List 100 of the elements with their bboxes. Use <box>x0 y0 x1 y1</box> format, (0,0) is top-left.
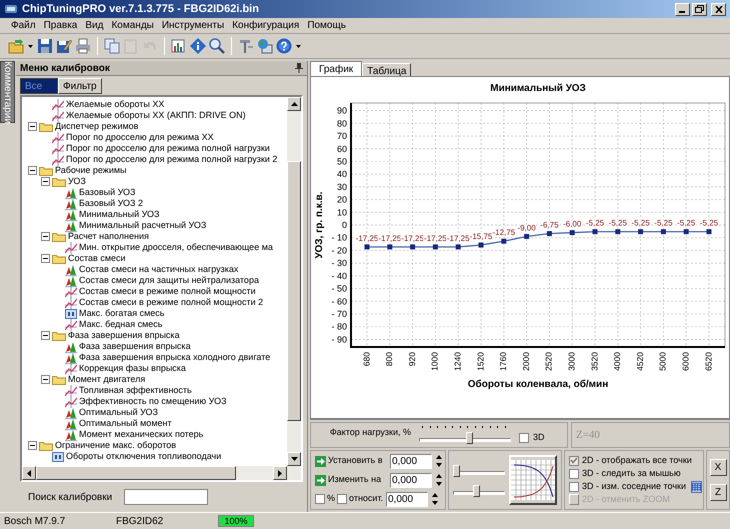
tree-item[interactable]: Фаза завершения впрыска <box>79 341 191 352</box>
number-field[interactable]: 0,000 <box>390 454 432 468</box>
tree-item[interactable]: Состав смеси для защиты нейтрализатора <box>79 275 259 286</box>
checkbox-label: 3D - изм. соседние точки <box>582 480 686 493</box>
tree-item[interactable]: Момент механических потерь <box>79 429 204 440</box>
axis-label: 40 <box>336 169 347 180</box>
data-label: -5,25 <box>631 218 650 228</box>
tree-item[interactable]: Фаза завершения впрыска холодного двигате <box>79 352 270 363</box>
axis-label: 2000 <box>520 352 531 371</box>
filter-tab[interactable]: Фильтр <box>58 78 102 94</box>
axis-label: - 40 <box>331 270 347 281</box>
data-label: -5,25 <box>700 218 718 228</box>
axis-label: 90 <box>336 106 347 116</box>
tree-item[interactable]: Эффективность по смещению УОЗ <box>79 396 227 407</box>
tree-item[interactable]: Желаемые обороты ХХ (АКПП: DRIVE ON) <box>66 110 246 121</box>
data-label: -6,75 <box>540 220 559 230</box>
tree-item[interactable]: Топливная эффективность <box>79 385 192 396</box>
tree-item[interactable]: Базовый УОЗ 2 <box>79 198 143 209</box>
axis-label: 0 <box>342 220 347 230</box>
axis-label: 2520 <box>544 352 554 371</box>
data-label: -17,25 <box>446 234 470 243</box>
checkbox-label: 3D <box>533 431 545 444</box>
view-tab[interactable]: График <box>310 61 362 76</box>
tree-item[interactable]: Состав смеси в режиме полной мощности <box>79 286 256 297</box>
tree-item[interactable]: Коррекция фазы впрыска <box>79 363 186 374</box>
tree-item[interactable]: Базовый УОЗ <box>79 187 136 198</box>
tree-item[interactable]: Порог по дросселю для режима полной нагрузки 2 <box>66 154 278 165</box>
axis-label: 1240 <box>452 352 462 371</box>
data-label: -15,75 <box>470 232 492 242</box>
tree-item[interactable]: Минимальный УОЗ <box>79 209 160 220</box>
menu-item[interactable]: Вид <box>82 18 106 33</box>
axis-label: 30 <box>336 182 347 192</box>
axis-label: 1000 <box>430 352 440 371</box>
tree-item[interactable]: Оптимальный УОЗ <box>79 407 158 418</box>
menu-item[interactable]: Инструменты <box>158 18 228 33</box>
axis-label: 70 <box>336 131 347 142</box>
load-factor-label: Фактор нагрузки, % <box>328 426 411 439</box>
number-field[interactable]: 0,000 <box>390 472 432 488</box>
axis-label: 1520 <box>475 352 486 371</box>
menu-item[interactable]: Файл <box>8 18 39 33</box>
filter-tab[interactable]: Все <box>20 78 58 94</box>
status-text: FBG2ID62 <box>115 514 164 528</box>
axis-label: - 50 <box>331 284 347 294</box>
number-field[interactable]: 0,000 <box>386 492 428 506</box>
tree-item[interactable]: Ограничение макс. оборотов <box>55 440 176 451</box>
checkbox-label: 3D - следить за мышью <box>582 466 681 480</box>
tree-item[interactable]: Обороты отключения топливоподачи <box>66 451 222 462</box>
axis-label: - 20 <box>331 245 347 256</box>
menu-item[interactable]: Правка <box>40 18 80 33</box>
axis-label: 680 <box>361 352 372 366</box>
axis-label: - 90 <box>331 334 347 344</box>
data-label: -5,25 <box>608 218 627 228</box>
action-label[interactable]: Установить в <box>328 454 388 468</box>
action-label[interactable]: Изменить на <box>328 473 388 487</box>
z-value-field: Z=40 <box>576 426 600 444</box>
tree-item[interactable]: Оптимальный момент <box>79 418 172 429</box>
checkbox-label: относит. <box>349 492 384 506</box>
menu-item[interactable]: Конфигурация <box>229 18 302 33</box>
tree-item[interactable]: Состав смеси <box>68 253 126 264</box>
data-label: -17,25 <box>378 234 402 243</box>
tree-item[interactable]: Расчет наполнения <box>68 231 149 242</box>
status-text: Bosch M7.9.7 <box>3 514 66 528</box>
tree-item[interactable]: Порог по дросселю для режима ХХ <box>66 132 214 143</box>
axis-button[interactable]: Z <box>710 484 726 501</box>
progress-label: 100% <box>223 516 249 526</box>
tree-item[interactable]: Минимальный расчетный УОЗ <box>79 220 206 231</box>
axis-label: 20 <box>336 194 347 205</box>
tree-item[interactable]: Макс. бедная смесь <box>79 319 162 330</box>
tree-item[interactable]: Диспетчер режимов <box>55 121 138 132</box>
menu-item[interactable]: Помощь <box>304 18 349 33</box>
view-tab[interactable]: Таблица <box>362 63 412 76</box>
comments-tab[interactable]: Комментарии <box>0 61 15 123</box>
axis-label: 10 <box>336 207 347 218</box>
menu-item[interactable]: Команды <box>108 18 157 33</box>
tree-item[interactable]: Рабочие режимы <box>55 165 127 176</box>
tree-item[interactable]: Состав смеси в режиме полной мощности 2 <box>79 297 264 308</box>
tree-item[interactable]: Фаза завершения впрыска <box>68 330 180 341</box>
axis-label: 50 <box>336 156 347 166</box>
tree-item[interactable]: Желаемые обороты ХХ <box>66 99 164 110</box>
axis-label: 800 <box>384 352 394 366</box>
tree-item[interactable]: Состав смеси на частичных нагрузках <box>79 264 238 275</box>
axis-label: 5000 <box>658 352 668 371</box>
axis-title: Обороты коленвала, об/мин <box>468 379 608 390</box>
axis-label: 4000 <box>612 352 622 371</box>
axis-button[interactable]: X <box>710 459 726 476</box>
data-label: -6,00 <box>563 220 582 229</box>
chart-title: Минимальный УОЗ <box>490 83 586 94</box>
tree-item[interactable]: Порог по дросселю для режима полной нагрузки <box>66 143 270 154</box>
axis-label: 3520 <box>589 352 600 371</box>
checkbox-label: 2D - отображать все точки <box>582 454 692 467</box>
tree-item[interactable]: Момент двигателя <box>68 374 146 385</box>
panel-title: Меню калибровок <box>20 62 110 76</box>
data-label: -17,25 <box>424 234 447 243</box>
tree-item[interactable]: Макс. богатая смесь <box>79 308 164 319</box>
tree-item[interactable]: Мин. открытие дросселя, обеспечивающее ма <box>79 242 273 253</box>
axis-label: - 70 <box>331 308 347 319</box>
axis-label: 6520 <box>703 352 714 371</box>
tree-item[interactable]: УОЗ <box>68 176 86 187</box>
data-label: -17,25 <box>401 234 424 243</box>
data-label: -9,00 <box>517 223 536 232</box>
